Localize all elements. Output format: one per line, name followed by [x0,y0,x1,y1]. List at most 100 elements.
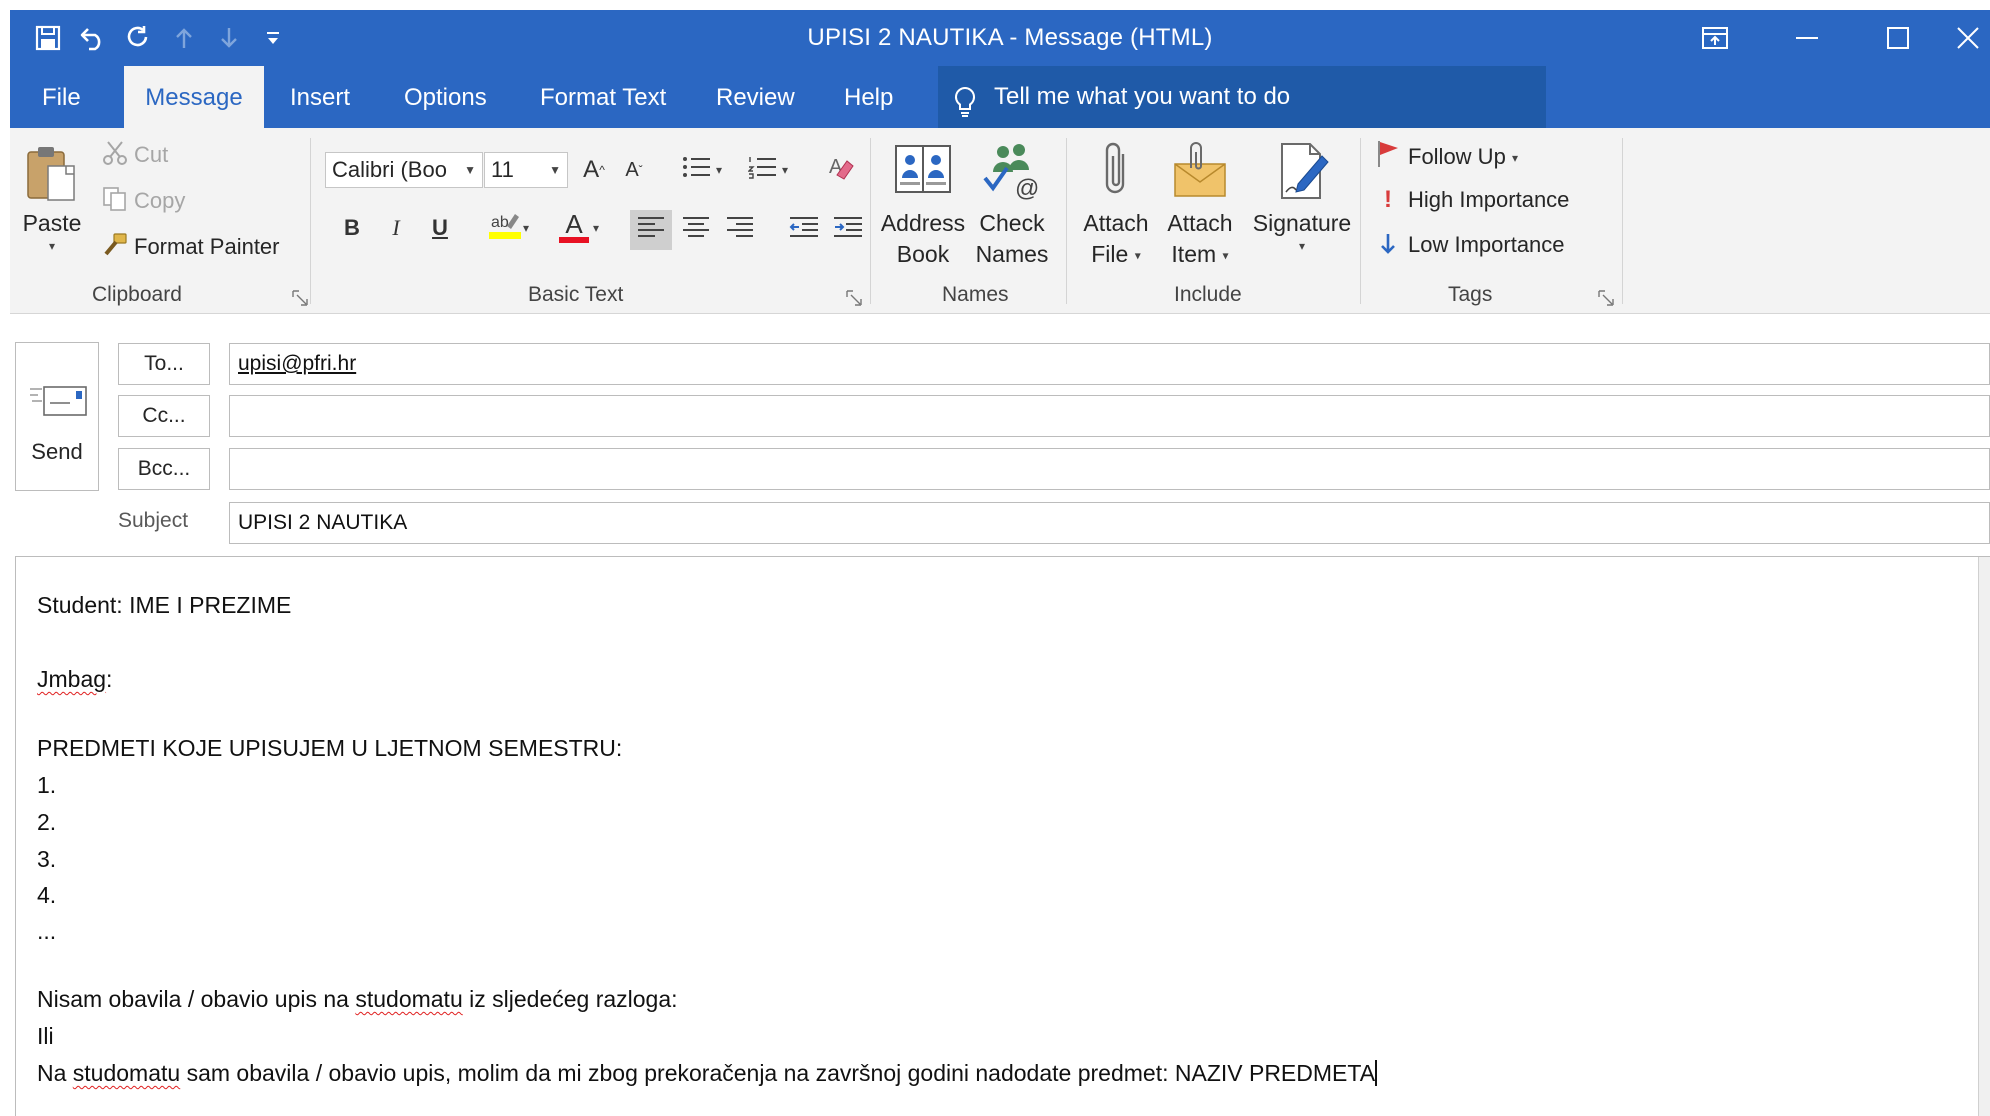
body-scrollbar[interactable] [1978,557,1990,1116]
bcc-button[interactable]: Bcc... [118,448,210,490]
bold-icon: B [344,215,360,240]
highlighter-icon: ab [488,210,521,246]
align-center-icon [682,216,710,244]
bullets-icon [682,155,712,185]
maximize-icon[interactable] [1858,10,1938,66]
down-arrow-icon[interactable] [209,18,249,58]
chevron-down-icon: ▾ [781,163,789,177]
align-right-icon [726,216,754,244]
body-line-predmeti: PREDMETI KOJE UPISUJEM U LJETNOM SEMESTR… [37,735,623,761]
tab-message[interactable]: Message [124,66,264,128]
align-center-button[interactable] [676,210,716,250]
close-icon[interactable] [1946,10,1990,66]
outlook-message-window: UPISI 2 NAUTIKA - Message (HTML) File Me… [0,0,1990,1116]
check-names-icon: @ [970,134,1054,208]
svg-text:ab: ab [491,214,509,231]
send-label: Send [31,439,83,464]
ribbon: Paste ▾ Cut Copy Format Painter Clipboar… [10,128,1990,314]
tell-me-search[interactable]: Tell me what you want to do [938,66,1546,128]
send-button[interactable]: Send [15,342,99,491]
cut-label: Cut [134,142,169,167]
spelling-error[interactable]: studomatu [73,1060,180,1086]
shrink-font-button[interactable]: Aˇ [616,152,652,188]
signature-button[interactable]: Signature ▾ [1246,134,1358,253]
minimize-icon[interactable] [1767,10,1847,66]
chevron-down-icon: ▾ [522,221,530,235]
chevron-down-icon: ▾ [48,239,56,253]
high-importance-button[interactable]: ! High Importance [1376,186,1569,214]
paste-button[interactable]: Paste ▾ [20,134,84,253]
flag-icon [1376,140,1400,174]
bold-button[interactable]: B [334,210,370,246]
copy-icon [102,186,128,218]
basic-text-launcher-icon[interactable] [846,290,862,306]
up-arrow-icon[interactable] [164,18,204,58]
attach-item-label-1: Attach [1167,210,1233,236]
to-field[interactable]: upisi@pfri.hr [229,343,1990,385]
message-body[interactable]: Student: IME I PREZIME Jmbag: PREDMETI K… [15,556,1990,1116]
decrease-indent-button[interactable] [784,210,824,250]
follow-up-label: Follow Up [1408,144,1506,169]
align-right-button[interactable] [720,210,760,250]
cut-button[interactable]: Cut [102,140,168,172]
address-book-button[interactable]: Address Book [880,134,966,270]
bullets-button[interactable]: ▾ [674,152,730,188]
address-book-label-1: Address [880,210,966,236]
italic-button[interactable]: I [378,210,414,246]
check-names-button[interactable]: @ Check Names [970,134,1054,270]
redo-icon[interactable] [118,18,158,58]
spelling-error[interactable]: studomatu [355,986,462,1012]
underline-button[interactable]: U [422,210,458,246]
ribbon-tabs: File Message Insert Options Format Text … [10,66,1990,128]
to-recipient[interactable]: upisi@pfri.hr [238,352,356,375]
paste-icon [20,134,84,208]
chevron-down-icon: ▾ [715,163,723,177]
tags-launcher-icon[interactable] [1598,290,1614,306]
grow-font-button[interactable]: A ^ [576,152,612,188]
low-importance-button[interactable]: Low Importance [1376,232,1565,262]
paperclip-icon [1076,134,1156,208]
cc-field[interactable] [229,395,1990,437]
save-icon[interactable] [28,18,68,58]
attach-item-button[interactable]: Attach Item ▾ [1160,134,1240,271]
attach-file-button[interactable]: Attach File ▾ [1076,134,1156,271]
align-left-button[interactable] [630,210,672,250]
tab-review[interactable]: Review [712,66,799,128]
tab-format-text[interactable]: Format Text [536,66,670,128]
chevron-down-icon: ▼ [549,163,561,177]
follow-up-button[interactable]: Follow Up ▾ [1376,140,1518,174]
to-button[interactable]: To... [118,343,210,385]
attach-file-label-2: File ▾ [1091,241,1141,267]
group-label-clipboard: Clipboard [92,283,182,306]
cc-button[interactable]: Cc... [118,395,210,437]
undo-icon[interactable] [73,18,113,58]
body-line-nisam: Nisam obavila / obavio upis na studomatu… [37,986,678,1012]
font-name-combo[interactable]: Calibri (Boo ▼ [325,152,483,188]
font-color-button[interactable]: A ▾ [550,210,608,246]
subject-field[interactable]: UPISI 2 NAUTIKA [229,502,1990,544]
ribbon-display-options-icon[interactable] [1675,10,1755,66]
format-painter-button[interactable]: Format Painter [102,232,280,264]
tab-insert[interactable]: Insert [286,66,354,128]
highlight-button[interactable]: ab ▾ [480,210,538,246]
copy-button[interactable]: Copy [102,186,185,218]
list-item: 4. [37,882,57,908]
tab-file[interactable]: File [38,66,85,128]
spelling-error[interactable]: Jmbag [37,666,106,692]
tab-help[interactable]: Help [840,66,897,128]
clear-formatting-button[interactable]: A [822,152,858,188]
clipboard-launcher-icon[interactable] [292,290,308,306]
bcc-field[interactable] [229,448,1990,490]
underline-icon: U [432,215,448,240]
high-importance-label: High Importance [1408,187,1570,212]
group-separator [1066,138,1067,304]
numbering-button[interactable]: ▾ [740,152,796,188]
font-size-combo[interactable]: 11 ▼ [484,152,568,188]
tab-options[interactable]: Options [400,66,491,128]
exclamation-icon: ! [1384,186,1392,213]
body-line-na-studomatu: Na studomatu sam obavila / obavio upis, … [37,1060,1378,1086]
down-arrow-icon [1376,232,1400,262]
align-left-icon [637,216,665,244]
increase-indent-button[interactable] [828,210,868,250]
customize-icon[interactable] [253,18,293,58]
